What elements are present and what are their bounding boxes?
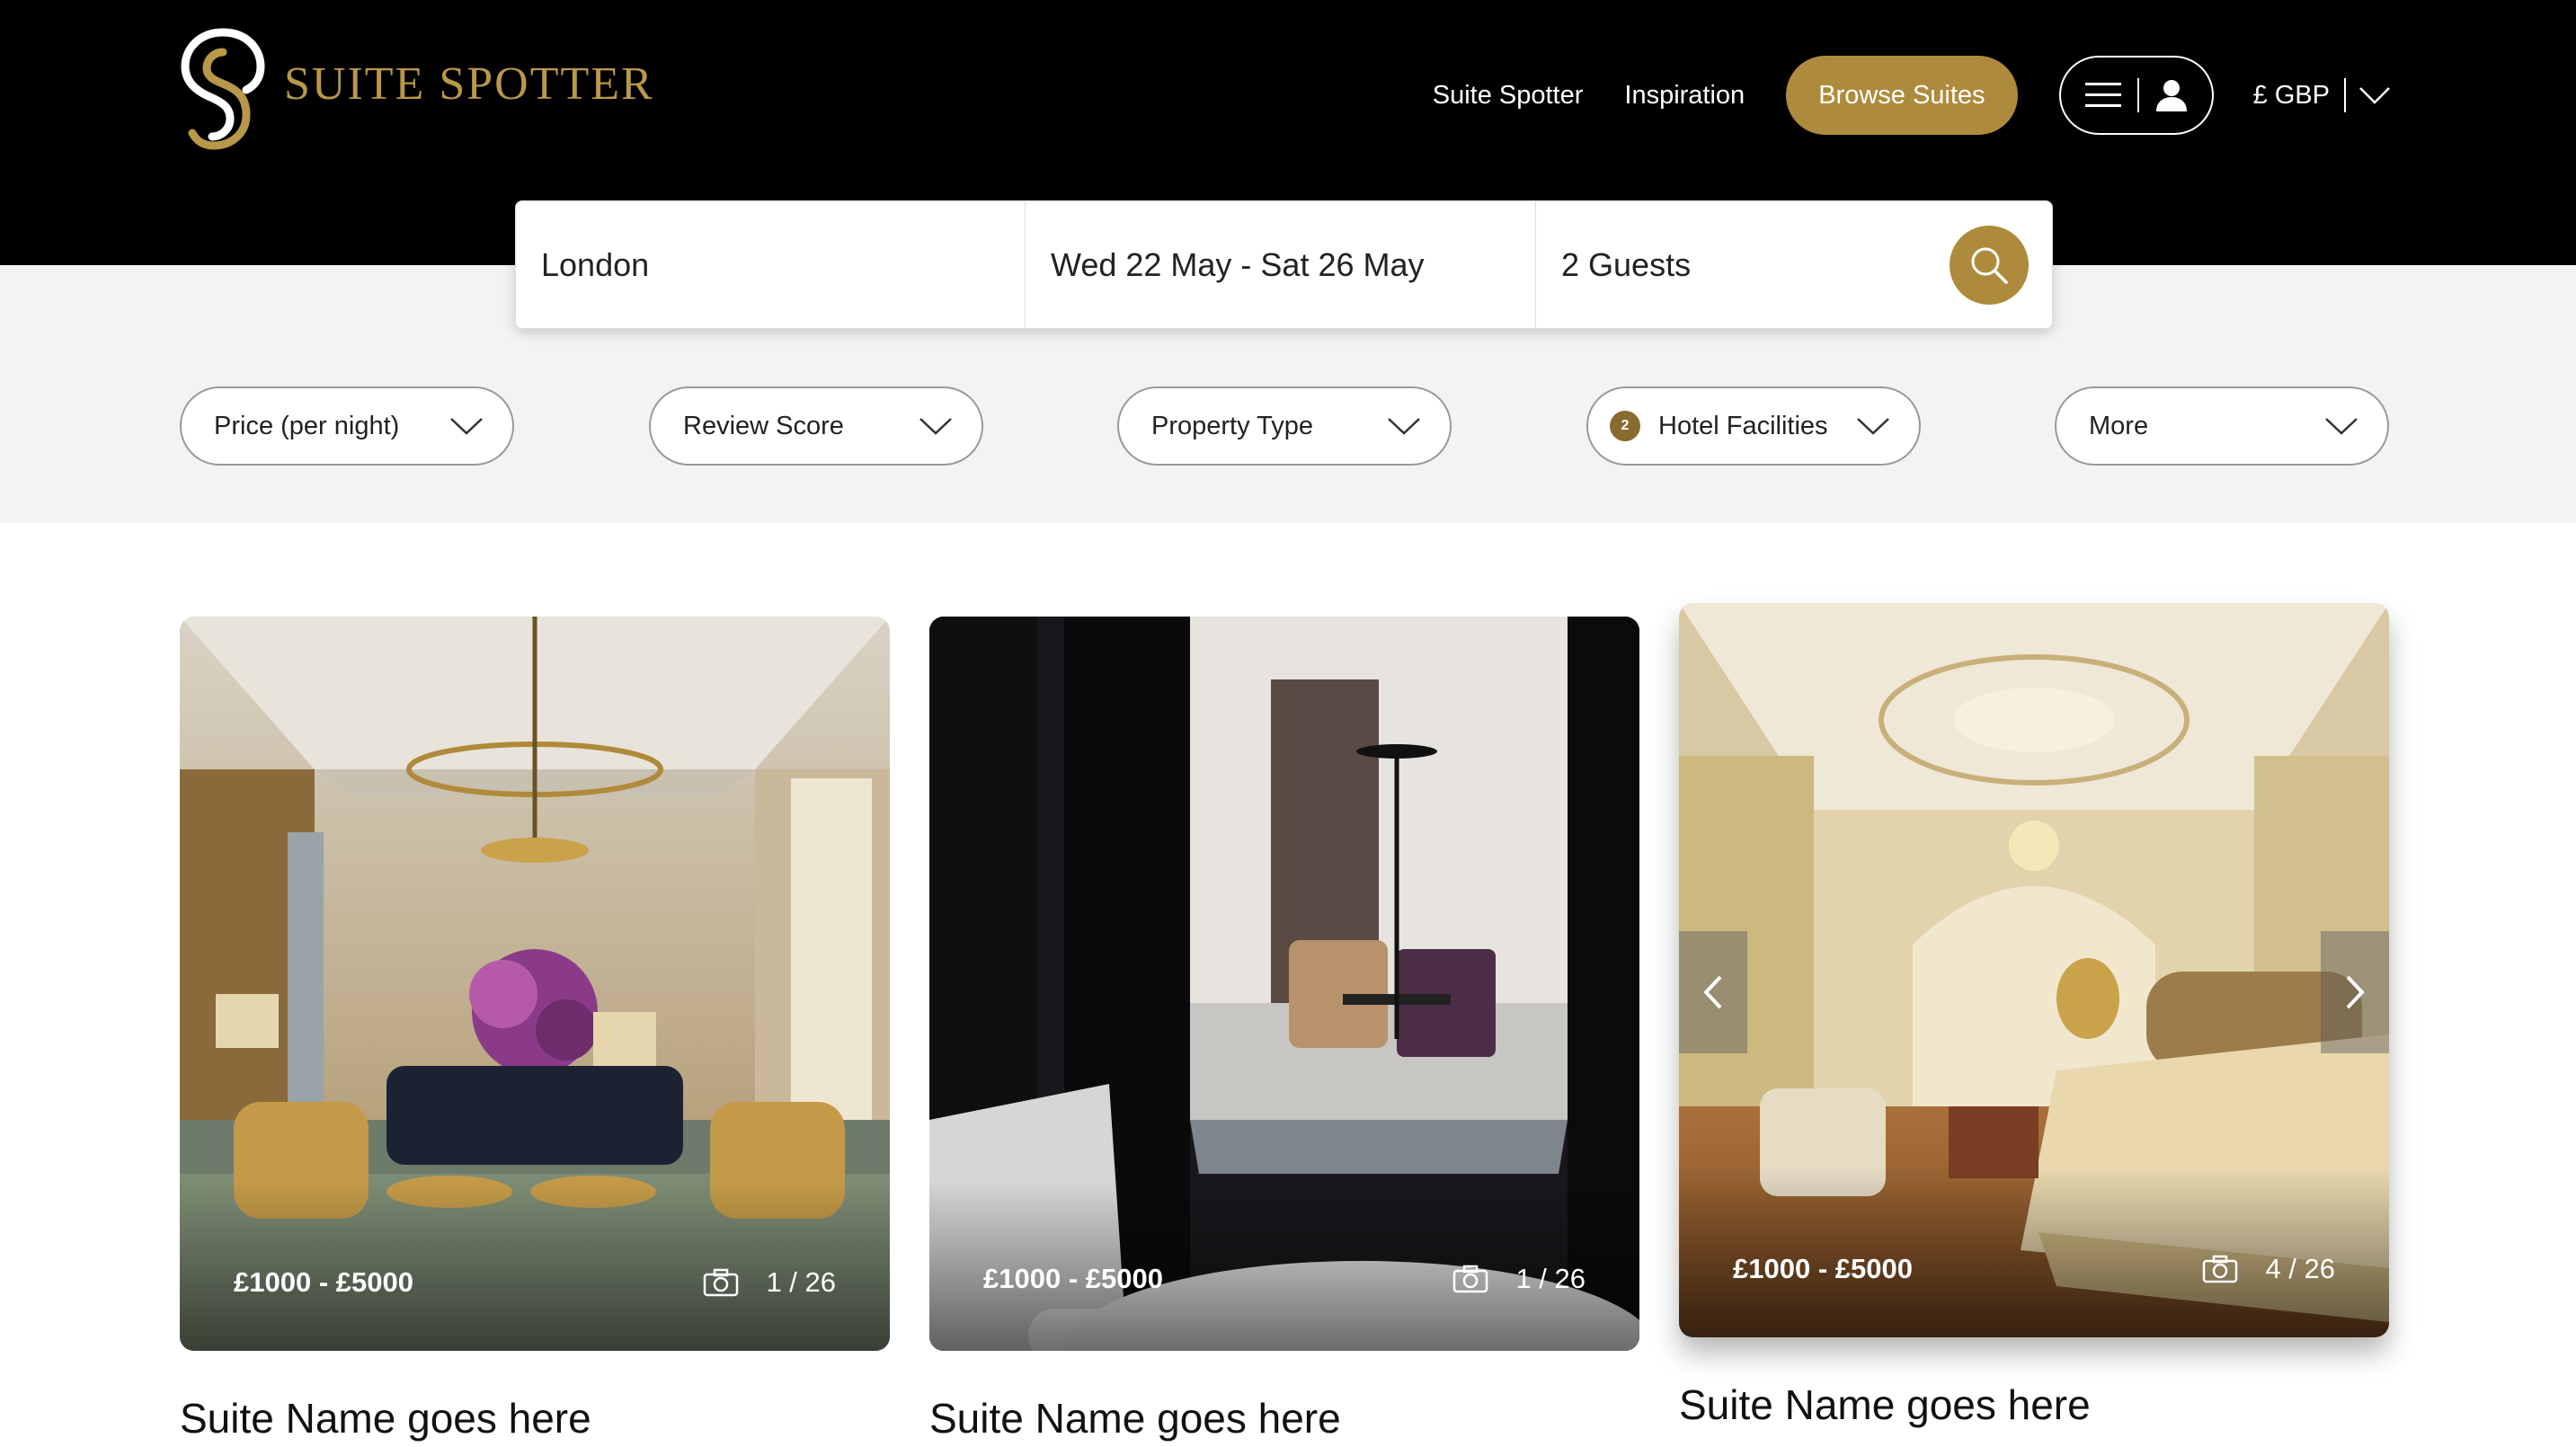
currency-selector[interactable]: £ GBP: [2253, 78, 2391, 112]
filter-price[interactable]: Price (per night): [180, 386, 514, 466]
photo-overlay: [180, 1180, 890, 1351]
filter-count-badge: 2: [1610, 411, 1640, 441]
search-button[interactable]: [1950, 225, 2029, 305]
menu-divider: [2136, 78, 2139, 112]
photo-overlay: [1679, 1167, 2389, 1337]
chevron-right-icon: [2346, 975, 2365, 1009]
camera-icon: [704, 1268, 739, 1297]
user-icon: [2155, 80, 2187, 111]
suite-photo[interactable]: £1000 - £5000 1 / 26: [180, 617, 890, 1351]
main-nav: Suite Spotter Inspiration Browse Suites …: [1433, 56, 2391, 135]
camera-icon: [1453, 1265, 1488, 1293]
nav-link-suite-spotter[interactable]: Suite Spotter: [1433, 81, 1584, 111]
suite-card[interactable]: £1000 - £5000 1 / 26 Suite Name goes her…: [929, 617, 1639, 1443]
chevron-down-icon: [450, 418, 483, 435]
filter-price-label: Price (per night): [214, 411, 400, 440]
nav-link-inspiration[interactable]: Inspiration: [1624, 81, 1745, 111]
price-range: £1000 - £5000: [1733, 1253, 1913, 1284]
photo-index: 1 / 26: [1515, 1263, 1586, 1294]
filter-more[interactable]: More: [2055, 386, 2389, 466]
suite-name[interactable]: Suite Name goes here: [180, 1394, 890, 1443]
price-range: £1000 - £5000: [983, 1263, 1163, 1294]
suite-card[interactable]: £1000 - £5000 1 / 26 Suite Name goes her…: [180, 617, 890, 1443]
brand-name: SUITE SPOTTER: [284, 58, 654, 110]
filter-property-type-label: Property Type: [1151, 411, 1314, 440]
photo-counter: 1 / 26: [703, 1266, 836, 1299]
suite-photo[interactable]: £1000 - £5000 1 / 26: [929, 617, 1639, 1351]
logo-mark-icon: [181, 28, 265, 150]
suite-name[interactable]: Suite Name goes here: [1679, 1380, 2389, 1429]
location-field[interactable]: London: [516, 201, 1026, 328]
filter-review-score[interactable]: Review Score: [649, 386, 983, 466]
photo-counter: 1 / 26: [1452, 1263, 1586, 1295]
brand-logo[interactable]: SUITE SPOTTER: [178, 25, 654, 151]
suite-photo[interactable]: £1000 - £5000 4 / 26: [1679, 603, 2389, 1337]
filter-more-label: More: [2089, 411, 2149, 440]
currency-label: £ GBP: [2252, 80, 2330, 110]
filter-hotel-facilities[interactable]: 2 Hotel Facilities: [1586, 386, 1921, 466]
chevron-down-icon: [1857, 418, 1889, 435]
filter-review-score-label: Review Score: [683, 411, 844, 440]
chevron-down-icon: [2325, 418, 2358, 435]
hamburger-icon: [2084, 83, 2121, 107]
carousel-prev-button[interactable]: [1679, 931, 1747, 1053]
suite-name[interactable]: Suite Name goes here: [929, 1394, 1639, 1443]
chevron-left-icon: [1703, 975, 1722, 1009]
browse-suites-button[interactable]: Browse Suites: [1786, 56, 2018, 135]
camera-icon: [2203, 1255, 2238, 1283]
chevron-down-icon: [1388, 418, 1420, 435]
account-menu-button[interactable]: [2058, 56, 2214, 135]
price-range: £1000 - £5000: [234, 1266, 413, 1298]
carousel-next-button[interactable]: [2321, 931, 2389, 1053]
filter-hotel-facilities-label: Hotel Facilities: [1658, 411, 1828, 440]
suite-card[interactable]: £1000 - £5000 4 / 26 Suite Name goes her…: [1679, 603, 2389, 1429]
currency-divider: [2344, 78, 2346, 112]
chevron-down-icon: [2359, 87, 2390, 104]
dates-field[interactable]: Wed 22 May - Sat 26 May: [1026, 201, 1536, 328]
search-icon: [1971, 247, 2008, 284]
filter-property-type[interactable]: Property Type: [1117, 386, 1452, 466]
chevron-down-icon: [919, 418, 952, 435]
guests-field[interactable]: 2 Guests: [1536, 201, 1950, 328]
search-bar: London Wed 22 May - Sat 26 May 2 Guests: [515, 200, 2053, 329]
photo-counter: 4 / 26: [2202, 1253, 2335, 1285]
photo-index: 4 / 26: [2265, 1253, 2335, 1284]
photo-index: 1 / 26: [766, 1266, 836, 1298]
